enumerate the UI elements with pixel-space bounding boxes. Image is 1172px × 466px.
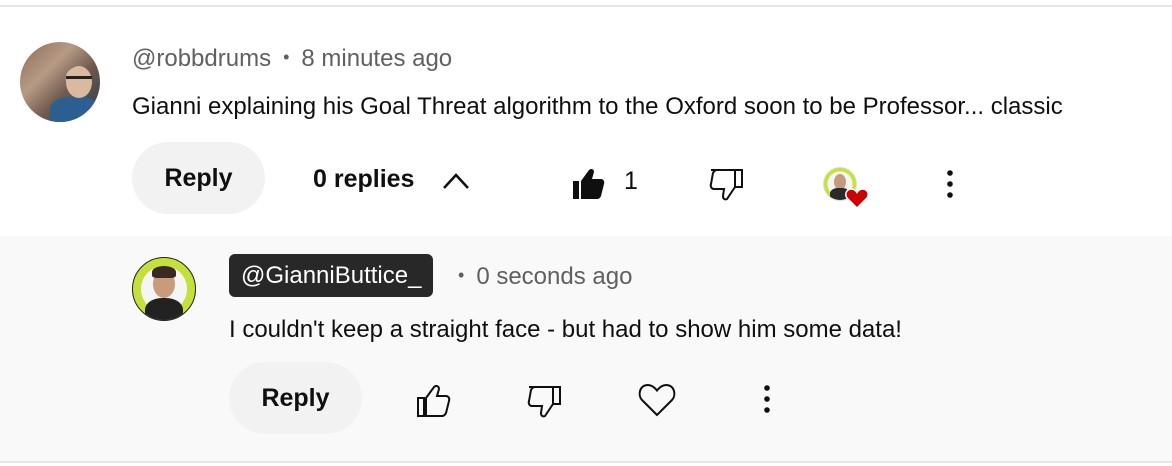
meta-separator: • xyxy=(283,47,290,67)
author-handle[interactable]: @robbdrums xyxy=(132,45,271,72)
heart-icon xyxy=(845,188,869,209)
comment-text: Gianni explaining his Goal Threat algori… xyxy=(132,93,1063,120)
reply-button[interactable]: Reply xyxy=(132,142,265,214)
reply-meta: • 0 seconds ago xyxy=(458,263,632,291)
heart-outline-icon[interactable] xyxy=(638,382,676,418)
comment-meta: @robbdrums • 8 minutes ago xyxy=(132,45,452,73)
comment: @robbdrums • 8 minutes ago Gianni explaini… xyxy=(0,7,1172,236)
thumbs-up-icon[interactable] xyxy=(415,384,451,418)
thumbs-up-filled-icon[interactable] xyxy=(570,167,606,201)
author-avatar[interactable] xyxy=(20,42,100,122)
bottom-divider xyxy=(0,461,1172,463)
reply-author-handle[interactable]: @GianniButtice_ xyxy=(229,254,434,297)
more-vert-icon[interactable] xyxy=(757,384,777,414)
like-count: 1 xyxy=(624,167,638,195)
reply-button[interactable]: Reply xyxy=(229,362,362,434)
reply-text: I couldn't keep a straight face - but ha… xyxy=(229,316,902,343)
thumbs-down-icon[interactable] xyxy=(527,384,563,418)
replies-toggle[interactable]: 0 replies xyxy=(313,165,414,194)
thumbs-down-icon[interactable] xyxy=(709,167,745,201)
reply-comment: @GianniButtice_ • 0 seconds ago I couldn'… xyxy=(0,236,1172,461)
meta-separator: • xyxy=(458,265,465,285)
more-vert-icon[interactable] xyxy=(940,169,960,199)
creator-heart-icon[interactable] xyxy=(823,167,871,215)
reply-author-avatar[interactable] xyxy=(132,257,196,321)
reply-timestamp[interactable]: 0 seconds ago xyxy=(476,263,632,290)
chevron-up-icon[interactable] xyxy=(441,169,471,191)
comment-timestamp[interactable]: 8 minutes ago xyxy=(301,45,452,72)
